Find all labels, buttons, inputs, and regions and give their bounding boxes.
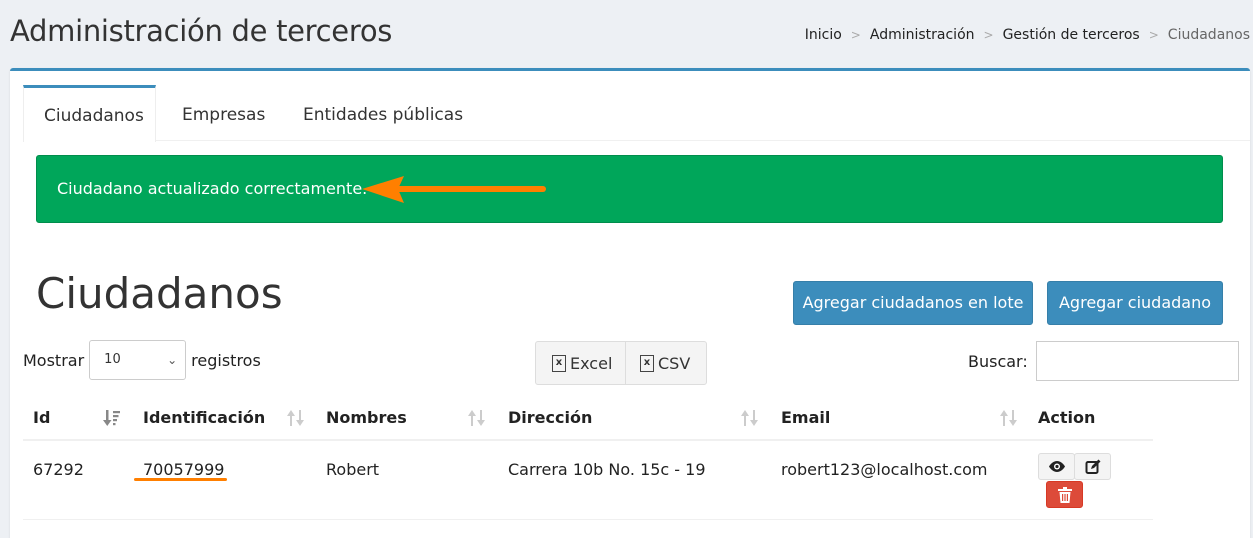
sort-desc-icon[interactable] bbox=[103, 409, 121, 427]
edit-button[interactable] bbox=[1074, 453, 1111, 480]
chevron-down-icon: ⌄ bbox=[167, 353, 178, 367]
success-alert: Ciudadano actualizado correctamente. bbox=[36, 155, 1223, 223]
column-header-action: Action bbox=[1038, 408, 1096, 427]
search-input[interactable] bbox=[1035, 341, 1239, 381]
edit-icon bbox=[1085, 459, 1100, 474]
breadcrumb: Inicio > Administración > Gestión de ter… bbox=[805, 26, 1250, 44]
delete-button[interactable] bbox=[1046, 481, 1083, 508]
search-control: Buscar: bbox=[968, 341, 1239, 381]
column-header-id[interactable]: Id bbox=[33, 395, 50, 441]
breadcrumb-separator: > bbox=[1148, 28, 1159, 42]
breadcrumb-gestion-terceros[interactable]: Gestión de terceros bbox=[1003, 26, 1140, 44]
add-citizen-button[interactable]: Agregar ciudadano bbox=[1047, 281, 1223, 325]
tab-ciudadanos[interactable]: Ciudadanos bbox=[23, 85, 156, 142]
table-header: Id Identificación Nombres Dirección Emai… bbox=[23, 395, 1153, 441]
tab-entidades-publicas[interactable]: Entidades públicas bbox=[278, 85, 463, 141]
cell-id: 67292 bbox=[33, 460, 84, 479]
main-card: Ciudadanos Empresas Entidades públicas C… bbox=[10, 68, 1250, 538]
show-label: Mostrar bbox=[23, 350, 85, 370]
page-length-control: Mostrar 10 ⌄ registros bbox=[23, 340, 261, 380]
file-csv-icon: x bbox=[640, 354, 654, 372]
breadcrumb-ciudadanos: Ciudadanos bbox=[1167, 27, 1250, 43]
sort-icon[interactable] bbox=[741, 409, 759, 427]
page-size-select[interactable]: 10 ⌄ bbox=[89, 340, 187, 380]
tab-bar: Ciudadanos Empresas Entidades públicas bbox=[23, 85, 1250, 142]
search-label: Buscar: bbox=[968, 351, 1028, 371]
records-label: registros bbox=[191, 350, 261, 370]
annotation-underline bbox=[134, 478, 227, 481]
table-row: 67292 70057999 Robert Carrera 10b No. 15… bbox=[23, 442, 1153, 520]
tab-empresas[interactable]: Empresas bbox=[156, 85, 278, 141]
page-title: Administración de terceros bbox=[10, 14, 393, 48]
excel-label: Excel bbox=[570, 353, 613, 373]
view-button[interactable] bbox=[1038, 453, 1075, 480]
trash-icon bbox=[1057, 486, 1072, 503]
breadcrumb-separator: > bbox=[983, 28, 994, 42]
breadcrumb-administracion[interactable]: Administración bbox=[870, 26, 975, 44]
export-csv-button[interactable]: x CSV bbox=[626, 342, 706, 384]
sort-icon[interactable] bbox=[468, 409, 486, 427]
cell-identificacion: 70057999 bbox=[143, 460, 225, 479]
annotation-arrow-icon bbox=[362, 176, 546, 203]
column-header-identificacion[interactable]: Identificación bbox=[143, 395, 265, 441]
breadcrumb-separator: > bbox=[850, 28, 861, 42]
column-header-direccion[interactable]: Dirección bbox=[508, 395, 592, 441]
cell-direccion: Carrera 10b No. 15c - 19 bbox=[508, 460, 706, 479]
cell-email: robert123@localhost.com bbox=[781, 460, 988, 479]
page-header: Administración de terceros Inicio > Admi… bbox=[0, 0, 1253, 68]
add-batch-citizens-button[interactable]: Agregar ciudadanos en lote bbox=[793, 281, 1033, 325]
breadcrumb-inicio[interactable]: Inicio bbox=[805, 26, 842, 44]
cell-nombres: Robert bbox=[326, 460, 380, 479]
eye-icon bbox=[1048, 461, 1065, 472]
export-button-group: x Excel x CSV bbox=[535, 341, 707, 385]
section-title: Ciudadanos bbox=[36, 269, 283, 318]
page-size-value: 10 bbox=[104, 352, 121, 367]
export-excel-button[interactable]: x Excel bbox=[536, 342, 626, 384]
file-excel-icon: x bbox=[552, 354, 566, 372]
column-header-email[interactable]: Email bbox=[781, 395, 830, 441]
csv-label: CSV bbox=[658, 353, 691, 373]
sort-icon[interactable] bbox=[1000, 409, 1018, 427]
sort-icon[interactable] bbox=[287, 409, 305, 427]
column-header-nombres[interactable]: Nombres bbox=[326, 395, 407, 441]
